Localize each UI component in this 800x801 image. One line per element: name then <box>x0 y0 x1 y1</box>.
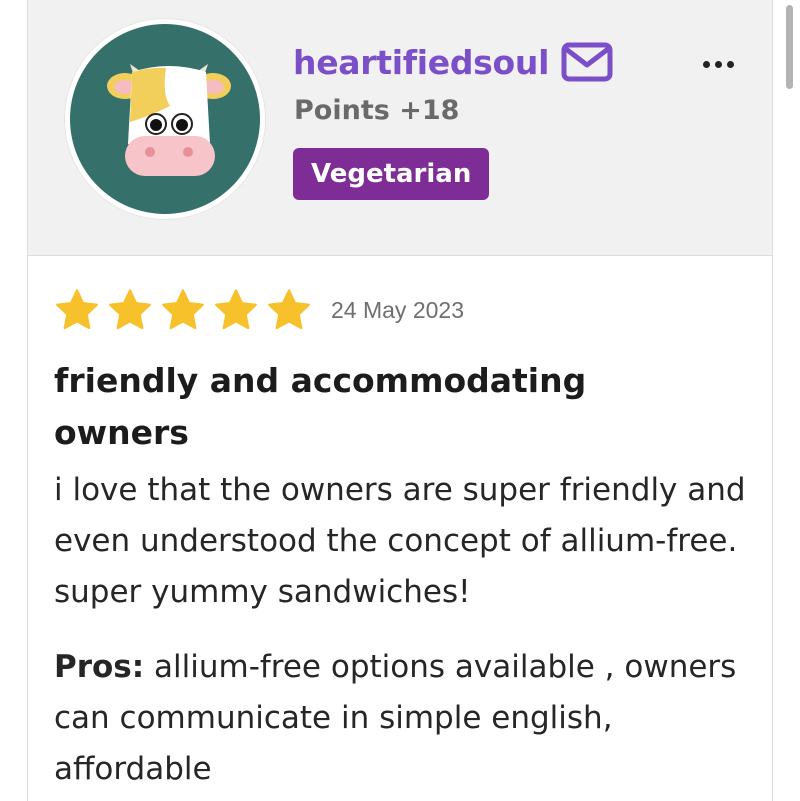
pros-label: Pros: <box>54 649 145 685</box>
diet-badge: Vegetarian <box>293 148 490 200</box>
review-title: friendly and accommodating owners <box>54 361 587 452</box>
star-icon <box>54 287 100 333</box>
username-row: heartifiedsoul <box>293 42 613 82</box>
reviewer-header: heartifiedsoul Points +18 Vegetarian <box>28 0 772 256</box>
avatar[interactable] <box>64 18 266 220</box>
review-date: 24 May 2023 <box>331 296 464 323</box>
star-icon <box>266 287 312 333</box>
mail-icon[interactable] <box>561 42 613 82</box>
pros-section: Pros: allium-free options available , ow… <box>54 642 754 795</box>
cow-avatar-icon <box>70 24 260 214</box>
star-icon <box>213 287 259 333</box>
points-label: Points +18 <box>294 95 460 126</box>
more-horizontal-icon <box>702 60 710 68</box>
username-link[interactable]: heartifiedsoul <box>293 43 549 82</box>
more-options-button[interactable] <box>696 50 740 78</box>
star-rating <box>54 287 319 333</box>
review-content: 24 May 2023 friendly and accommodating o… <box>28 257 772 801</box>
scrollbar[interactable] <box>779 0 800 801</box>
review-body: i love that the owners are super friendl… <box>54 472 746 610</box>
rating-row: 24 May 2023 <box>54 287 464 333</box>
star-icon <box>107 287 153 333</box>
star-icon <box>160 287 206 333</box>
pros-text: allium-free options available , owners c… <box>54 649 737 787</box>
review-card: heartifiedsoul Points +18 Vegetarian 24 … <box>27 0 773 801</box>
scrollbar-thumb[interactable] <box>786 5 793 89</box>
